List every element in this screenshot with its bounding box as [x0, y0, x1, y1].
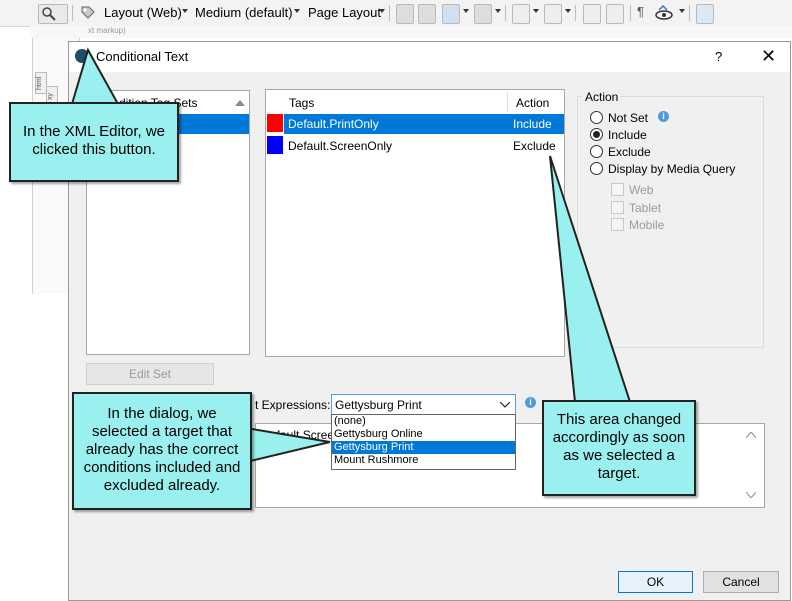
- pointer-dialog: [245, 426, 331, 464]
- callout-text: In the dialog, we selected a target that…: [83, 405, 241, 494]
- callout-text: In the XML Editor, we clicked this butto…: [22, 123, 166, 158]
- pointer-toolbar: [70, 47, 120, 105]
- pointer-area: [549, 155, 632, 403]
- callout-dialog-note: In the dialog, we selected a target that…: [72, 392, 252, 510]
- callout-pointers: [70, 47, 632, 464]
- callout-area-note: This area changed accordingly as soon as…: [542, 400, 696, 496]
- callout-toolbar-note: In the XML Editor, we clicked this butto…: [9, 102, 179, 182]
- callout-text: This area changed accordingly as soon as…: [552, 411, 686, 482]
